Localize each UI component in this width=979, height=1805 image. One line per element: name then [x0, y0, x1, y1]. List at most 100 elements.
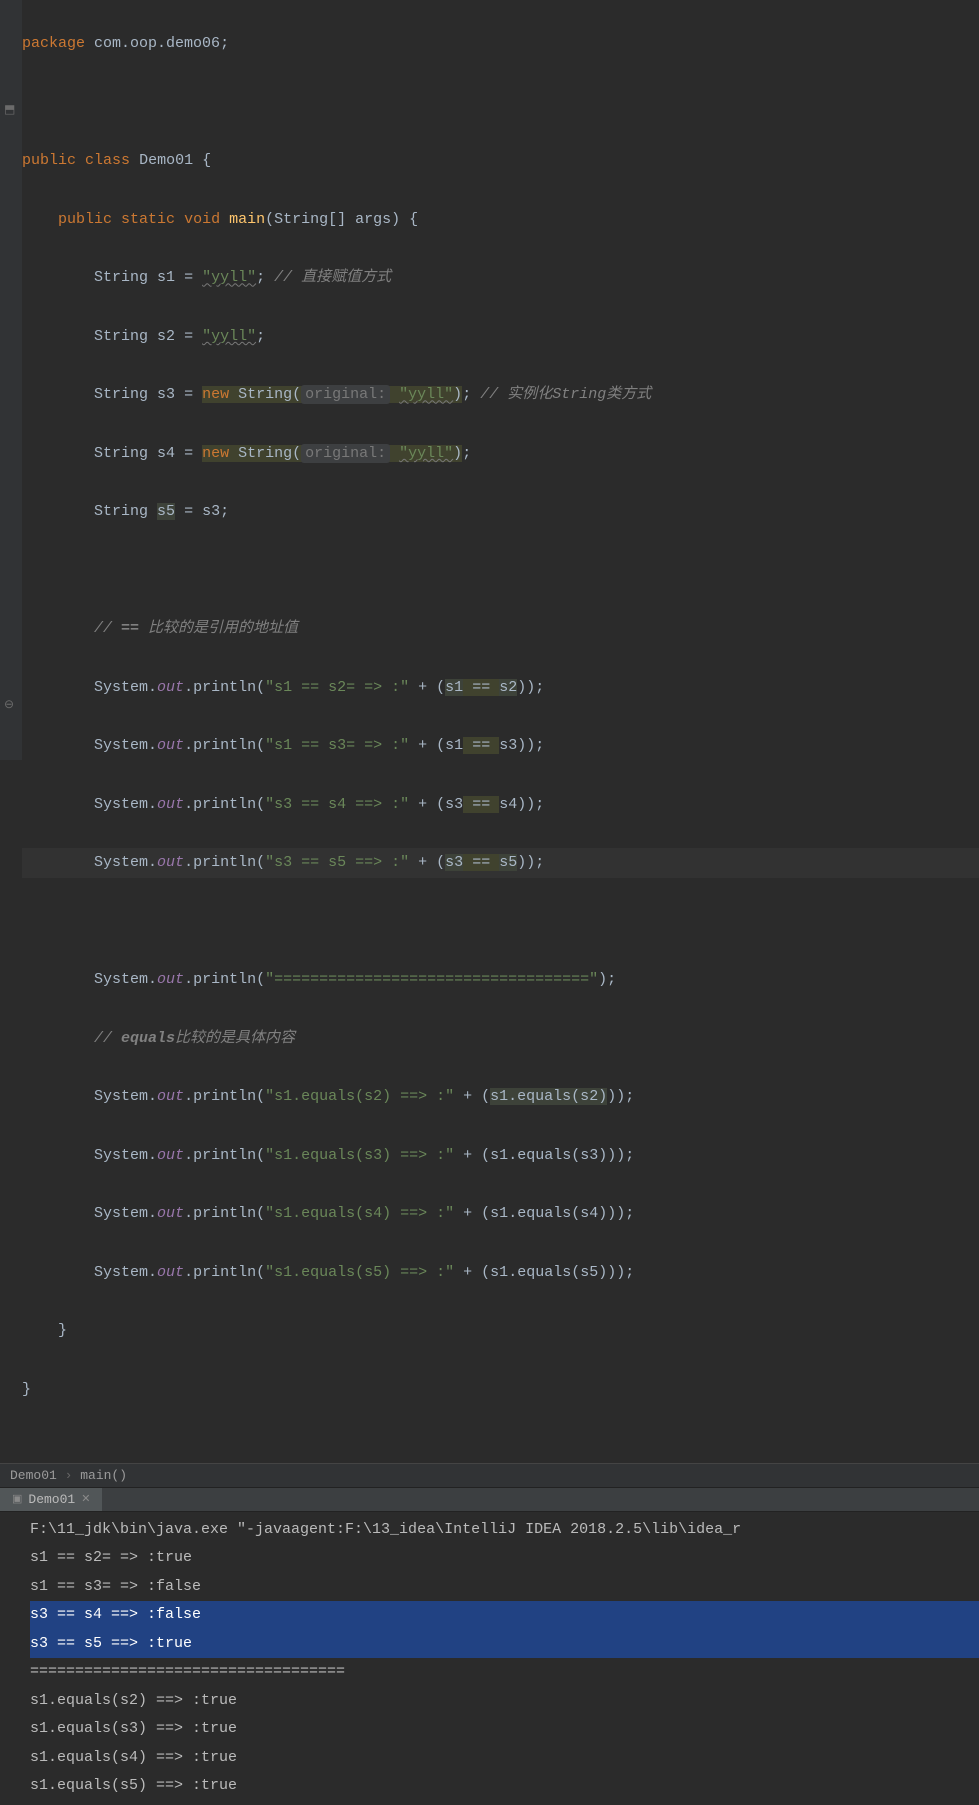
- open-paren: (: [256, 796, 265, 813]
- equals-call: .equals(: [508, 1205, 580, 1222]
- string-literal: "s1.equals(s5) ==> :": [265, 1264, 454, 1281]
- override-icon: ⬒: [4, 99, 15, 122]
- dot: .: [148, 679, 157, 696]
- open-paren: (: [256, 1264, 265, 1281]
- dot: .: [184, 1088, 193, 1105]
- dot: .: [184, 737, 193, 754]
- field-out: out: [157, 1147, 184, 1164]
- method-println: println: [193, 1264, 256, 1281]
- close-paren: ): [453, 386, 462, 403]
- param-hint: original:: [301, 444, 390, 463]
- dot: .: [184, 679, 193, 696]
- dot: .: [148, 1147, 157, 1164]
- op-plus: +: [409, 854, 436, 871]
- string-literal: "s1.equals(s4) ==> :": [265, 1205, 454, 1222]
- var-s3: s3: [580, 1147, 598, 1164]
- comment: // == 比较的是引用的地址值: [94, 620, 298, 637]
- string-literal: "s1 == s3= => :": [265, 737, 409, 754]
- assign: =: [175, 386, 202, 403]
- close: ));: [607, 1088, 634, 1105]
- string-literal: "s1.equals(s3) ==> :": [265, 1147, 454, 1164]
- close-paren: ): [453, 445, 462, 462]
- dot: .: [184, 854, 193, 871]
- dot: .: [184, 1205, 193, 1222]
- dot: .: [184, 971, 193, 988]
- field-out: out: [157, 1264, 184, 1281]
- type-string: String: [94, 269, 148, 286]
- method-println: println: [193, 1147, 256, 1164]
- method-println: println: [193, 737, 256, 754]
- var-s5: s5: [499, 854, 517, 871]
- open-paren: (: [256, 1147, 265, 1164]
- keyword-public: public: [22, 152, 76, 169]
- class-system: System: [94, 679, 148, 696]
- keyword-class: class: [85, 152, 130, 169]
- string-literal: "s3 == s5 ==> :": [265, 854, 409, 871]
- semicolon: ;: [462, 445, 471, 462]
- console-line: s1.equals(s2) ==> :true: [30, 1687, 979, 1716]
- string-literal: "s3 == s4 ==> :": [265, 796, 409, 813]
- string-literal: "yyll": [202, 269, 256, 286]
- console-line: s1.equals(s3) ==> :true: [30, 1715, 979, 1744]
- type-string: String: [94, 386, 148, 403]
- method-println: println: [193, 1088, 256, 1105]
- op-eqeq: ==: [463, 679, 499, 696]
- assign: =: [175, 445, 202, 462]
- keyword-public: public: [58, 211, 112, 228]
- class-system: System: [94, 1264, 148, 1281]
- keyword-void: void: [184, 211, 220, 228]
- type-string: String: [94, 503, 148, 520]
- open-paren: (: [256, 1205, 265, 1222]
- breadcrumb-class[interactable]: Demo01: [10, 1468, 57, 1483]
- op-plus: +: [409, 737, 436, 754]
- method-main: main: [229, 211, 265, 228]
- code-body[interactable]: package com.oop.demo06; public class Dem…: [22, 0, 979, 1463]
- fold-icon[interactable]: ⊖: [4, 694, 14, 717]
- console-output[interactable]: F:\11_jdk\bin\java.exe "-javaagent:F:\13…: [0, 1512, 979, 1805]
- var-s4: s4: [580, 1205, 598, 1222]
- op-plus: +: [454, 1264, 481, 1281]
- equals-call: .equals(: [508, 1147, 580, 1164]
- var-s2: s2: [499, 679, 517, 696]
- op-plus: +: [454, 1088, 481, 1105]
- breadcrumb[interactable]: Demo01 main(): [0, 1463, 979, 1488]
- breadcrumb-method[interactable]: main(): [80, 1468, 127, 1483]
- op-eqeq: ==: [463, 796, 499, 813]
- var-s1: s1: [490, 1205, 508, 1222]
- ctor-string: String(: [238, 386, 301, 403]
- var-s1: s1: [490, 1147, 508, 1164]
- open-paren: (: [256, 971, 265, 988]
- console-line: s1.equals(s5) ==> :true: [30, 1772, 979, 1801]
- close-icon[interactable]: ✕: [81, 1492, 90, 1506]
- equals-call: s1.equals(s2): [490, 1088, 607, 1105]
- op-eqeq: ==: [463, 737, 499, 754]
- close: )));: [598, 1264, 634, 1281]
- keyword-package: package: [22, 35, 85, 52]
- var-s3: s3: [445, 854, 463, 871]
- var-s4: s4: [157, 445, 175, 462]
- var-s1: s1: [157, 269, 175, 286]
- class-name: Demo01: [139, 152, 193, 169]
- console-line: s1 == s3= => :false: [30, 1573, 979, 1602]
- dot: .: [148, 796, 157, 813]
- tab-demo01[interactable]: ▣ Demo01 ✕: [0, 1488, 102, 1511]
- type-string: String: [94, 328, 148, 345]
- field-out: out: [157, 796, 184, 813]
- assign: =: [175, 328, 202, 345]
- code-editor[interactable]: ⬒ ⊖ package com.oop.demo06; public class…: [0, 0, 979, 1463]
- var-s4: s4: [499, 796, 517, 813]
- comment: // 实例化String类方式: [480, 386, 651, 403]
- comment: // equals比较的是具体内容: [94, 1030, 295, 1047]
- string-literal: "yyll": [399, 386, 453, 403]
- op-plus: +: [409, 679, 436, 696]
- dot: .: [148, 1088, 157, 1105]
- dot: .: [184, 1147, 193, 1164]
- dot: .: [148, 1264, 157, 1281]
- ctor-string: String(: [238, 445, 301, 462]
- class-system: System: [94, 1147, 148, 1164]
- console-line: s1.equals(s4) ==> :true: [30, 1744, 979, 1773]
- equals-call: .equals(: [508, 1264, 580, 1281]
- dot: .: [148, 1205, 157, 1222]
- method-println: println: [193, 1205, 256, 1222]
- assign: =: [175, 503, 202, 520]
